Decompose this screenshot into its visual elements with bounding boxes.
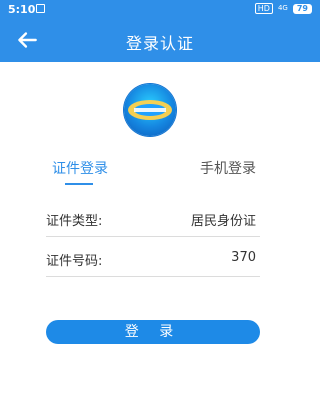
app-logo: [124, 84, 176, 136]
tab-indicator: [65, 183, 93, 185]
tab-id-login[interactable]: 证件登录: [52, 158, 108, 178]
hd-badge: HD: [254, 3, 273, 14]
status-bar: 5:10 HD 4G 79: [0, 0, 320, 18]
id-number-row[interactable]: 证件号码: 370: [46, 242, 260, 277]
id-number-value[interactable]: 370: [231, 250, 256, 265]
login-tabs: 证件登录 手机登录: [0, 158, 320, 188]
tab-phone-login[interactable]: 手机登录: [200, 158, 256, 178]
id-type-label: 证件类型:: [46, 214, 103, 229]
notification-icon: [36, 4, 45, 13]
id-type-value[interactable]: 居民身份证: [191, 210, 256, 229]
app-bar: 登录认证: [0, 18, 320, 62]
status-time: 5:10: [8, 3, 36, 16]
id-type-row[interactable]: 证件类型: 居民身份证: [46, 202, 260, 237]
page-title: 登录认证: [125, 34, 194, 53]
id-number-label: 证件号码:: [46, 254, 103, 269]
status-right: HD 4G 79: [254, 3, 312, 14]
battery-indicator: 79: [292, 3, 312, 14]
login-button[interactable]: 登 录: [46, 320, 260, 344]
network-type: 4G: [277, 4, 288, 12]
